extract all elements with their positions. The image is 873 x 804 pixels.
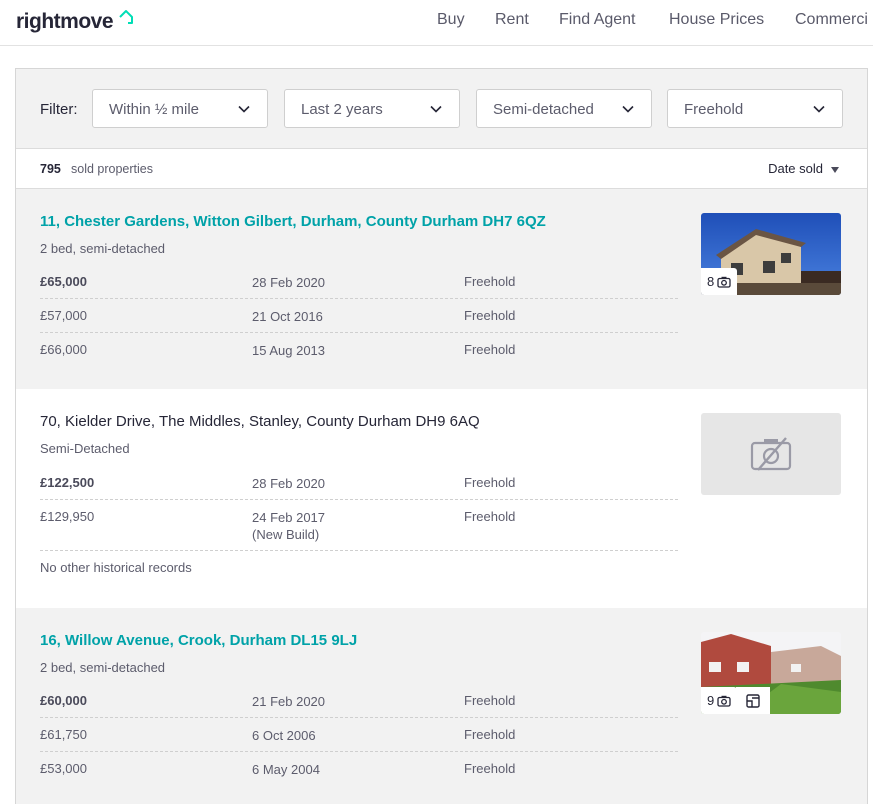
- sale-price: £66,000: [40, 342, 87, 357]
- sale-date: 28 Feb 2020: [252, 476, 326, 491]
- sale-tenure: Freehold: [464, 274, 516, 289]
- tenure-value: Freehold: [684, 101, 744, 118]
- results-count: 795: [40, 162, 61, 176]
- nav-rent[interactable]: Rent: [495, 11, 529, 29]
- photo-count-badge: 9: [701, 687, 738, 714]
- filter-bar: Filter: Within ½ mile Last 2 years Semi-…: [16, 69, 867, 149]
- nav-buy[interactable]: Buy: [437, 11, 465, 29]
- property-address-link[interactable]: 11, Chester Gardens, Witton Gilbert, Dur…: [40, 213, 546, 230]
- sort-label: Date sold: [768, 161, 823, 176]
- period-dropdown[interactable]: Last 2 years: [284, 89, 460, 128]
- sale-price: £129,950: [40, 509, 95, 524]
- sale-date-group: 24 Feb 2017 (New Build): [252, 509, 325, 543]
- radius-dropdown[interactable]: Within ½ mile: [92, 89, 268, 128]
- sale-date: 6 May 2004: [252, 762, 320, 777]
- sale-row: £66,000 15 Aug 2013 Freehold: [40, 342, 678, 367]
- nav-commercial[interactable]: Commerci: [795, 11, 868, 29]
- sale-price: £60,000: [40, 693, 87, 708]
- site-header: rightmove Buy Rent Find Agent House Pric…: [0, 0, 873, 46]
- sale-price: £53,000: [40, 761, 87, 776]
- no-photo-icon: [750, 437, 792, 471]
- photo-count: 9: [707, 693, 715, 708]
- results-count-bar: 795 sold properties Date sold: [16, 149, 867, 189]
- no-photo-placeholder: [701, 413, 841, 495]
- sale-date: 21 Feb 2020: [252, 694, 326, 709]
- property-address-link[interactable]: 16, Willow Avenue, Crook, Durham DL15 9L…: [40, 632, 357, 649]
- property-photo[interactable]: 8: [701, 213, 841, 295]
- sale-row: £122,500 28 Feb 2020 Freehold: [40, 475, 678, 500]
- nav-find-agent[interactable]: Find Agent: [559, 11, 636, 29]
- nav-house-prices[interactable]: House Prices: [669, 11, 764, 29]
- no-history-note: No other historical records: [40, 560, 192, 575]
- sale-price: £57,000: [40, 308, 87, 323]
- photo-count-badge: 8: [701, 268, 738, 295]
- sale-row: £53,000 6 May 2004 Freehold: [40, 761, 678, 786]
- sale-row: £57,000 21 Oct 2016 Freehold: [40, 308, 678, 333]
- property-card: 11, Chester Gardens, Witton Gilbert, Dur…: [16, 189, 867, 389]
- period-value: Last 2 years: [301, 101, 383, 118]
- radius-value: Within ½ mile: [109, 101, 200, 118]
- sale-date: 15 Aug 2013: [252, 343, 326, 358]
- property-photo[interactable]: 9: [701, 632, 841, 714]
- sort-arrow-icon: [831, 166, 839, 173]
- sale-tenure: Freehold: [464, 509, 516, 524]
- property-description: 2 bed, semi-detached: [40, 241, 166, 256]
- property-address: 70, Kielder Drive, The Middles, Stanley,…: [40, 413, 480, 430]
- sale-row: £129,950 24 Feb 2017 (New Build) Freehol…: [40, 509, 678, 551]
- floorplan-icon: [746, 693, 760, 708]
- sold-prices-panel: Filter: Within ½ mile Last 2 years Semi-…: [15, 68, 868, 804]
- tenure-dropdown[interactable]: Freehold: [667, 89, 843, 128]
- photo-count: 8: [707, 274, 715, 289]
- sale-price: £61,750: [40, 727, 87, 742]
- sale-tenure: Freehold: [464, 342, 516, 357]
- sale-tenure: Freehold: [464, 761, 516, 776]
- camera-icon: [717, 276, 731, 288]
- sale-date: 24 Feb 2017: [252, 510, 326, 525]
- chevron-down-icon: [430, 105, 442, 113]
- sale-row: £61,750 6 Oct 2006 Freehold: [40, 727, 678, 752]
- sale-tenure: Freehold: [464, 693, 516, 708]
- sale-price: £122,500: [40, 475, 95, 490]
- sale-date: 28 Feb 2020: [252, 275, 326, 290]
- sale-date: 21 Oct 2016: [252, 309, 323, 324]
- property-type-dropdown[interactable]: Semi-detached: [476, 89, 652, 128]
- chevron-down-icon: [238, 105, 250, 113]
- sort-dropdown[interactable]: Date sold: [768, 161, 839, 176]
- property-description: Semi-Detached: [40, 441, 130, 456]
- results-count-label: sold properties: [71, 162, 153, 176]
- sale-price: £65,000: [40, 274, 87, 289]
- sale-row: £65,000 28 Feb 2020 Freehold: [40, 274, 678, 299]
- rightmove-logo[interactable]: rightmove: [16, 10, 114, 34]
- property-description: 2 bed, semi-detached: [40, 660, 166, 675]
- property-card: 16, Willow Avenue, Crook, Durham DL15 9L…: [16, 608, 867, 804]
- chevron-down-icon: [813, 105, 825, 113]
- chevron-down-icon: [622, 105, 634, 113]
- sale-tenure: Freehold: [464, 475, 516, 490]
- sale-tenure: Freehold: [464, 727, 516, 742]
- camera-icon: [717, 695, 731, 707]
- home-roof-icon: [119, 10, 133, 24]
- sale-row: £60,000 21 Feb 2020 Freehold: [40, 693, 678, 718]
- filter-label: Filter:: [40, 101, 78, 118]
- sale-date-note: (New Build): [252, 527, 320, 542]
- floorplan-badge[interactable]: [736, 687, 770, 714]
- sale-date: 6 Oct 2006: [252, 728, 316, 743]
- property-card: 70, Kielder Drive, The Middles, Stanley,…: [16, 389, 867, 608]
- property-type-value: Semi-detached: [493, 101, 594, 118]
- sale-tenure: Freehold: [464, 308, 516, 323]
